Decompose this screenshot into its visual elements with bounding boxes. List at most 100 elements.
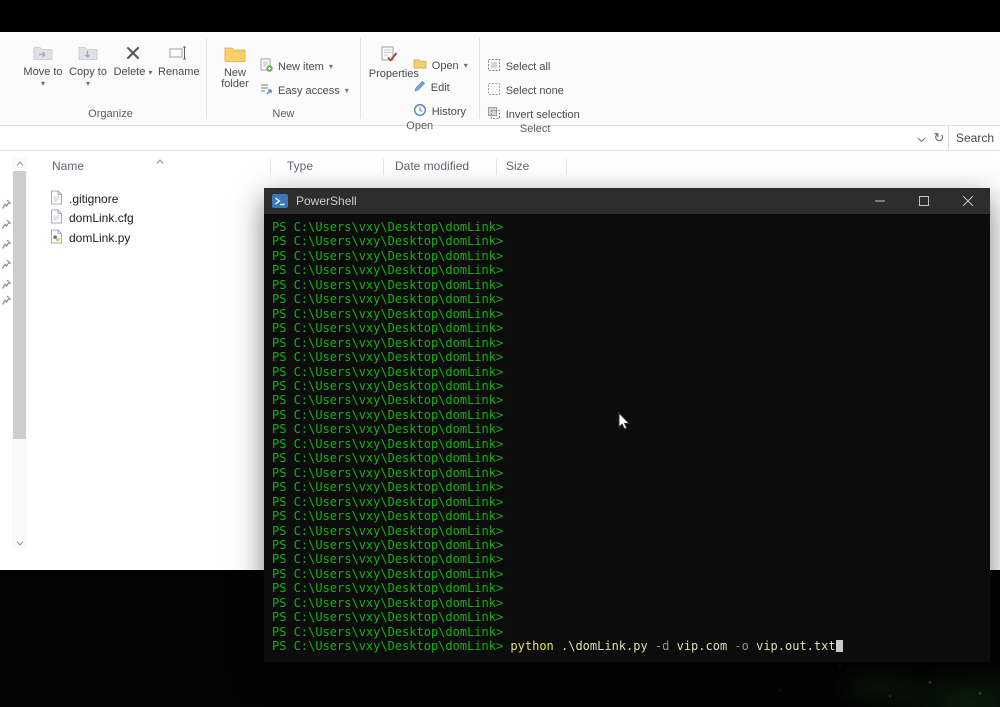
column-header-row: Name Type Date modified Size	[0, 155, 1000, 177]
terminal-line: PS C:\Users\vxy\Desktop\domLink>	[272, 494, 504, 509]
terminal-line: PS C:\Users\vxy\Desktop\domLink>	[272, 277, 504, 292]
ribbon-separator	[478, 38, 480, 119]
top-strip	[0, 0, 1000, 32]
new-item-label: New item	[278, 60, 324, 73]
terminal-line: PS C:\Users\vxy\Desktop\domLink>	[272, 566, 504, 581]
terminal-line: PS C:\Users\vxy\Desktop\domLink>	[272, 523, 504, 538]
mouse-cursor	[618, 411, 631, 436]
column-header-size[interactable]: Size	[506, 159, 529, 173]
column-divider[interactable]	[383, 159, 384, 175]
rename-label: Rename	[158, 66, 200, 78]
python-file-icon	[50, 229, 63, 247]
easy-access-label: Easy access	[278, 84, 340, 97]
terminal-line: PS C:\Users\vxy\Desktop\domLink>	[272, 422, 504, 437]
edit-icon	[413, 80, 426, 96]
terminal-body[interactable]: PS C:\Users\vxy\Desktop\domLink> PS C:\Us…	[264, 214, 990, 662]
easy-access-icon	[259, 82, 273, 99]
refresh-button[interactable]: ↻	[930, 126, 948, 150]
open-label: Open	[431, 59, 459, 72]
pin-icon[interactable]	[1, 277, 12, 289]
file-row[interactable]: domLink.py	[40, 228, 130, 247]
invert-selection-label: Invert selection	[505, 108, 580, 121]
move-to-label: Move to	[23, 66, 63, 78]
column-header-type[interactable]: Type	[287, 159, 313, 173]
ribbon-group-label-select: Select	[519, 123, 551, 135]
terminal-line: PS C:\Users\vxy\Desktop\domLink>	[272, 335, 504, 350]
history-button[interactable]: History	[413, 103, 468, 120]
ribbon: Move to ▾ Copy to ▾ Delete ▾ Rename Orga…	[0, 32, 1000, 135]
ribbon-group-label-new: New	[272, 108, 295, 120]
search-box[interactable]: Search	[948, 126, 1000, 150]
scrollbar-thumb[interactable]	[13, 171, 26, 439]
close-button[interactable]	[946, 188, 990, 214]
ribbon-group-open: Properties Open ▾ Edit History Open	[368, 32, 472, 132]
terminal-line: PS C:\Users\vxy\Desktop\domLink>	[272, 436, 504, 451]
column-divider[interactable]	[270, 159, 271, 175]
delete-button[interactable]: Delete ▾	[112, 43, 154, 80]
pin-icon[interactable]	[1, 217, 12, 229]
properties-icon	[380, 45, 398, 66]
copy-to-button[interactable]: Copy to ▾	[67, 43, 109, 91]
move-to-button[interactable]: Move to ▾	[22, 43, 64, 91]
copy-to-icon	[78, 45, 98, 64]
terminal-cursor	[835, 640, 843, 653]
invert-selection-icon	[487, 106, 501, 123]
column-header-date-modified[interactable]: Date modified	[395, 159, 469, 173]
file-name: domLink.py	[69, 230, 131, 245]
edit-button[interactable]: Edit	[413, 80, 468, 96]
address-dropdown-button[interactable]	[912, 126, 930, 150]
column-divider[interactable]	[496, 159, 497, 175]
scrollbar[interactable]	[12, 157, 27, 549]
chevron-down-icon: ▾	[463, 61, 468, 70]
pin-icon[interactable]	[1, 257, 12, 269]
file-row[interactable]: .gitignore	[40, 189, 118, 208]
pin-icon[interactable]	[1, 293, 12, 305]
delete-label: Delete	[113, 66, 146, 78]
window-title: PowerShell	[296, 194, 357, 208]
terminal-line: PS C:\Users\vxy\Desktop\domLink>	[272, 537, 504, 552]
pin-icon[interactable]	[1, 237, 12, 249]
select-none-label: Select none	[505, 84, 564, 97]
new-folder-button[interactable]: New folder	[214, 43, 256, 92]
select-all-button[interactable]: Select all	[487, 58, 580, 75]
terminal-line: PS C:\Users\vxy\Desktop\domLink>	[272, 480, 504, 495]
scroll-down-icon[interactable]	[12, 537, 27, 549]
maximize-button[interactable]	[902, 188, 946, 214]
rename-button[interactable]: Rename	[157, 43, 200, 80]
text-file-icon	[50, 190, 63, 208]
file-name: .gitignore	[69, 191, 119, 206]
terminal-line: PS C:\Users\vxy\Desktop\domLink>	[272, 234, 504, 249]
select-all-icon	[487, 58, 501, 75]
new-folder-label: New folder	[221, 67, 249, 90]
properties-button[interactable]: Properties	[368, 43, 419, 82]
select-none-icon	[487, 82, 501, 99]
edit-label: Edit	[430, 82, 450, 94]
select-all-label: Select all	[505, 60, 551, 73]
chevron-down-icon: ▾	[85, 79, 90, 88]
pin-icon[interactable]	[1, 197, 12, 209]
easy-access-button[interactable]: Easy access ▾	[259, 82, 349, 99]
open-icon	[413, 58, 427, 73]
ribbon-group-label-open: Open	[406, 120, 434, 132]
refresh-icon: ↻	[933, 130, 945, 145]
column-header-name[interactable]: Name	[52, 159, 84, 173]
select-none-button[interactable]: Select none	[487, 82, 580, 99]
minimize-button[interactable]	[858, 188, 902, 214]
terminal-line: PS C:\Users\vxy\Desktop\domLink>	[272, 509, 504, 524]
screen: Move to ▾ Copy to ▾ Delete ▾ Rename Orga…	[0, 0, 1000, 707]
terminal-line: PS C:\Users\vxy\Desktop\domLink>	[272, 220, 504, 234]
terminal-line: PS C:\Users\vxy\Desktop\domLink>	[272, 407, 504, 422]
ribbon-separator	[359, 38, 361, 119]
column-divider[interactable]	[566, 159, 567, 175]
terminal-line: PS C:\Users\vxy\Desktop\domLink>	[272, 292, 504, 307]
new-item-button[interactable]: New item ▾	[259, 58, 349, 75]
terminal-line: PS C:\Users\vxy\Desktop\domLink>	[272, 595, 504, 610]
invert-selection-button[interactable]: Invert selection	[487, 106, 580, 123]
move-to-icon	[33, 45, 53, 64]
delete-icon	[125, 45, 141, 64]
open-button[interactable]: Open ▾	[413, 58, 468, 73]
file-row[interactable]: domLink.cfg	[40, 208, 134, 227]
new-folder-icon	[224, 45, 246, 65]
powershell-titlebar[interactable]: PowerShell	[264, 188, 990, 214]
terminal-line: PS C:\Users\vxy\Desktop\domLink>	[272, 306, 504, 321]
